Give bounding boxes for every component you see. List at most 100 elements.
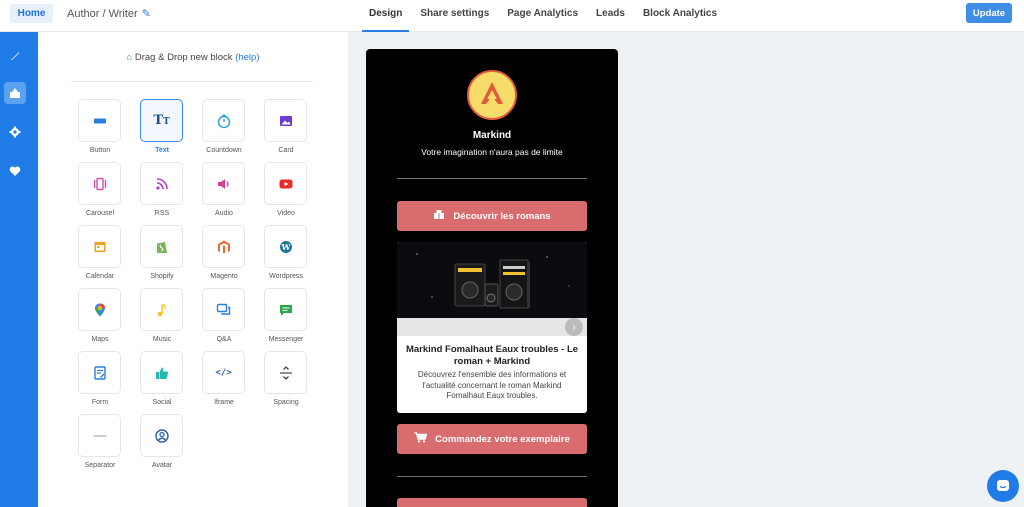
block-tile[interactable] — [78, 162, 121, 205]
block-button[interactable]: Button — [78, 99, 122, 154]
tab-block-analytics[interactable]: Block Analytics — [634, 0, 726, 32]
card-description: Découvrez l'ensemble des informations et… — [417, 370, 567, 400]
block-social[interactable]: Social — [140, 351, 184, 406]
block-video[interactable]: Video — [264, 162, 308, 217]
block-tile[interactable] — [202, 99, 245, 142]
block-tile[interactable] — [202, 225, 245, 268]
block-label: Spacing — [273, 399, 299, 406]
block-label: Music — [152, 336, 172, 343]
block-tile[interactable] — [140, 351, 183, 394]
tab-share-settings[interactable]: Share settings — [411, 0, 498, 32]
block-label: Q&A — [216, 336, 232, 343]
block-tile[interactable] — [202, 162, 245, 205]
svg-text:W: W — [280, 242, 291, 252]
block-tile[interactable] — [264, 351, 307, 394]
block-tile[interactable] — [140, 225, 183, 268]
separator-line — [397, 178, 587, 179]
brand-name: Markind — [472, 130, 512, 141]
chat-launcher-icon[interactable] — [987, 470, 1019, 502]
block-magento[interactable]: Magento — [202, 225, 246, 280]
block-tile[interactable] — [78, 414, 121, 457]
block-label: Text — [155, 147, 169, 154]
block-tile[interactable] — [140, 414, 183, 457]
block-countdown[interactable]: Countdown — [202, 99, 246, 154]
carousel-icon — [92, 176, 108, 192]
cta-discover-label: Découvrir les romans — [453, 210, 551, 222]
maps-pin-icon — [92, 302, 108, 318]
block-music[interactable]: Music — [140, 288, 184, 343]
home-button[interactable]: Home — [10, 4, 53, 23]
music-note-icon — [154, 302, 170, 318]
cta-order-button[interactable]: Commandez votre exemplaire — [397, 424, 587, 454]
block-separator[interactable]: Separator — [78, 414, 122, 469]
block-q-a[interactable]: Q&A — [202, 288, 246, 343]
block-shopify[interactable]: Shopify — [140, 225, 184, 280]
block-label: Iframe — [214, 399, 234, 406]
block-label: RSS — [154, 210, 170, 217]
cta-partial-button[interactable] — [397, 498, 587, 507]
button-icon — [92, 113, 108, 129]
block-iframe[interactable]: </> Iframe — [202, 351, 246, 406]
block-maps[interactable]: Maps — [78, 288, 122, 343]
block-audio[interactable]: Audio — [202, 162, 246, 217]
brush-icon[interactable] — [4, 45, 26, 67]
help-link[interactable]: (help) — [235, 52, 259, 63]
block-card[interactable]: Card — [264, 99, 308, 154]
product-card[interactable]: › Markind Fomalhaut Eaux troubles - Le r… — [397, 242, 587, 413]
block-tile[interactable] — [264, 99, 307, 142]
block-spacing[interactable]: Spacing — [264, 351, 308, 406]
block-text[interactable]: TT Text — [140, 99, 184, 154]
block-tile[interactable] — [78, 351, 121, 394]
message-icon — [278, 302, 294, 318]
block-tile[interactable]: W — [264, 225, 307, 268]
tab-leads[interactable]: Leads — [587, 0, 634, 32]
block-rss[interactable]: RSS — [140, 162, 184, 217]
block-wordpress[interactable]: W Wordpress — [264, 225, 308, 280]
block-label: Form — [91, 399, 109, 406]
calendar-icon — [92, 239, 108, 255]
block-tile[interactable] — [78, 99, 121, 142]
pencil-icon[interactable]: ✎ — [142, 7, 151, 20]
block-label: Magento — [210, 273, 238, 280]
stopwatch-icon — [216, 113, 232, 129]
chevron-right-icon[interactable]: › — [565, 318, 583, 336]
block-carousel[interactable]: Carousel — [78, 162, 122, 217]
block-tile[interactable] — [202, 288, 245, 331]
block-tile[interactable] — [140, 162, 183, 205]
block-label: Button — [89, 147, 111, 154]
block-tile[interactable] — [264, 162, 307, 205]
separator-icon — [92, 428, 108, 444]
block-tile[interactable]: TT — [140, 99, 183, 142]
separator-line-2 — [397, 476, 587, 477]
block-tile[interactable] — [264, 288, 307, 331]
gear-icon[interactable] — [4, 121, 26, 143]
block-avatar[interactable]: Avatar — [140, 414, 184, 469]
block-label: Maps — [91, 336, 109, 343]
blocks-icon[interactable] — [4, 82, 26, 104]
block-form[interactable]: Form — [78, 351, 122, 406]
block-tile[interactable] — [78, 288, 121, 331]
update-button[interactable]: Update — [966, 3, 1012, 23]
block-label: Countdown — [206, 147, 242, 154]
block-label: Card — [278, 147, 294, 154]
block-label: Messenger — [268, 336, 304, 343]
tab-bar: Design Share settings Page Analytics Lea… — [360, 0, 726, 32]
top-bar: Home Author / Writer ✎ Design Share sett… — [0, 0, 1024, 32]
page-name[interactable]: Author / Writer ✎ — [67, 7, 151, 21]
block-messenger[interactable]: Messenger — [264, 288, 308, 343]
block-tile[interactable] — [140, 288, 183, 331]
tab-design[interactable]: Design — [360, 0, 411, 32]
heart-icon[interactable] — [4, 160, 26, 182]
block-tile[interactable]: </> — [202, 351, 245, 394]
block-tile[interactable] — [78, 225, 121, 268]
cta-discover-button[interactable]: Découvrir les romans — [397, 201, 587, 231]
tab-page-analytics[interactable]: Page Analytics — [498, 0, 587, 32]
block-label: Carousel — [85, 210, 114, 217]
house-icon: ⌂ — [126, 52, 133, 63]
panel-title-label: Drag & Drop new block — [134, 52, 233, 63]
rss-icon — [154, 176, 170, 192]
block-calendar[interactable]: Calendar — [78, 225, 122, 280]
book-icon — [433, 209, 445, 223]
cta-order-label: Commandez votre exemplaire — [435, 433, 570, 445]
card-title: Markind Fomalhaut Eaux troubles - Le rom… — [405, 344, 579, 367]
